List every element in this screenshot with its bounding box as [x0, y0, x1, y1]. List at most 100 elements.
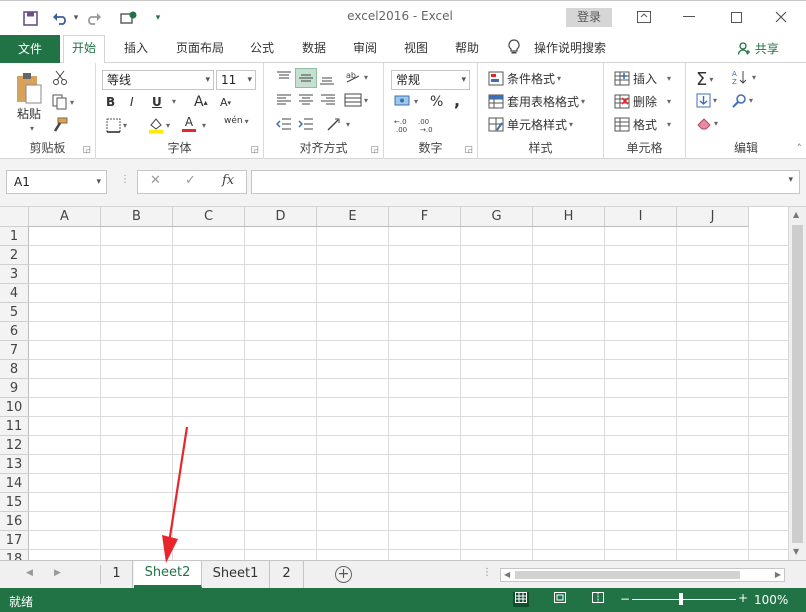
row-header[interactable]: 7: [0, 341, 29, 360]
font-color-button[interactable]: A: [182, 116, 196, 132]
tell-me-search[interactable]: 操作说明搜索: [534, 39, 606, 56]
row-header[interactable]: 17: [0, 531, 29, 550]
share-button[interactable]: 共享: [737, 40, 779, 57]
tab-help[interactable]: 帮助: [455, 39, 479, 56]
underline-dropdown-icon[interactable]: ▾: [172, 97, 176, 106]
underline-button[interactable]: U: [152, 95, 162, 109]
cancel-icon[interactable]: ✕: [150, 173, 161, 188]
scroll-down-icon[interactable]: ▼: [793, 547, 799, 556]
cell-styles-button[interactable]: 单元格样式 ▾: [488, 116, 573, 133]
percent-button[interactable]: %: [430, 94, 443, 110]
delete-cells-button[interactable]: 删除 ▾: [614, 93, 671, 110]
insert-function-icon[interactable]: fx: [222, 173, 234, 188]
clear-icon[interactable]: ▾: [696, 116, 718, 130]
tab-split-grip-icon[interactable]: ⋮: [482, 567, 492, 578]
tab-insert[interactable]: 插入: [124, 39, 148, 56]
column-header[interactable]: A: [29, 207, 101, 227]
collapse-ribbon-icon[interactable]: ˄: [797, 142, 803, 155]
increase-decimal-icon[interactable]: ←.0.00: [394, 117, 414, 133]
borders-icon[interactable]: ▾: [106, 118, 127, 133]
row-header[interactable]: 9: [0, 379, 29, 398]
zoom-level[interactable]: 100%: [754, 593, 788, 607]
column-header[interactable]: B: [101, 207, 173, 227]
format-painter-icon[interactable]: [52, 117, 68, 133]
column-header[interactable]: J: [677, 207, 749, 227]
find-select-icon[interactable]: ▾: [732, 93, 753, 108]
fill-icon[interactable]: ▾: [696, 93, 717, 108]
number-format-select[interactable]: 常规 ▾: [391, 70, 470, 90]
column-header[interactable]: I: [605, 207, 677, 227]
zoom-slider-knob[interactable]: [679, 593, 683, 605]
decrease-decimal-icon[interactable]: .00 →.0: [418, 117, 438, 133]
clipboard-launcher-icon[interactable]: ◲: [82, 145, 91, 155]
ribbon-display-icon[interactable]: [629, 5, 659, 29]
bottom-align-icon[interactable]: [319, 71, 335, 85]
zoom-in-icon[interactable]: +: [738, 591, 748, 605]
number-launcher-icon[interactable]: ◲: [464, 145, 473, 155]
row-header[interactable]: 15: [0, 493, 29, 512]
phonetic-guide-button[interactable]: wén ▾: [224, 116, 249, 126]
scroll-up-icon[interactable]: ▲: [793, 210, 799, 219]
name-box[interactable]: A1 ▾: [6, 170, 107, 194]
add-sheet-icon[interactable]: +: [335, 566, 352, 583]
formula-bar-grip-icon[interactable]: ⋮: [120, 174, 130, 185]
row-header[interactable]: 8: [0, 360, 29, 379]
save-icon[interactable]: [20, 8, 40, 28]
row-header[interactable]: 4: [0, 284, 29, 303]
undo-dropdown-icon[interactable]: ▾: [66, 8, 86, 28]
insert-cells-button[interactable]: 插入 ▾: [614, 70, 671, 87]
touch-mode-icon[interactable]: [119, 8, 139, 28]
orientation-icon[interactable]: ab ▾: [344, 69, 368, 85]
font-launcher-icon[interactable]: ◲: [250, 145, 259, 155]
row-header[interactable]: 12: [0, 436, 29, 455]
row-header[interactable]: 18: [0, 550, 29, 560]
middle-align-icon[interactable]: [295, 68, 317, 88]
copy-icon[interactable]: ▾: [52, 94, 74, 110]
row-header[interactable]: 5: [0, 303, 29, 322]
redo-icon[interactable]: [84, 8, 104, 28]
login-button[interactable]: 登录: [566, 8, 612, 27]
sheet-tab-sheet1[interactable]: Sheet1: [202, 561, 270, 588]
row-header[interactable]: 16: [0, 512, 29, 531]
format-cells-button[interactable]: 格式 ▾: [614, 116, 671, 133]
align-center-icon[interactable]: [298, 94, 314, 106]
scroll-right-icon[interactable]: ▶: [775, 570, 781, 579]
column-header[interactable]: F: [389, 207, 461, 227]
row-header[interactable]: 14: [0, 474, 29, 493]
grow-font-button[interactable]: A ▴: [194, 94, 208, 110]
decrease-indent-icon[interactable]: [276, 117, 292, 131]
cut-icon[interactable]: [52, 70, 68, 86]
conditional-formatting-button[interactable]: 条件格式 ▾: [488, 70, 561, 87]
font-size-select[interactable]: 11 ▾: [216, 70, 256, 90]
formula-input[interactable]: ▾: [251, 170, 800, 194]
row-header[interactable]: 11: [0, 417, 29, 436]
top-align-icon[interactable]: [276, 71, 292, 85]
alignment-launcher-icon[interactable]: ◲: [370, 145, 379, 155]
customize-qat-icon[interactable]: ▾: [148, 8, 168, 28]
column-header[interactable]: E: [317, 207, 389, 227]
font-name-select[interactable]: 等线 ▾: [102, 70, 214, 90]
column-header[interactable]: H: [533, 207, 605, 227]
row-header[interactable]: 2: [0, 246, 29, 265]
column-header[interactable]: C: [173, 207, 245, 227]
paste-dropdown-icon[interactable]: ▾: [30, 124, 34, 133]
select-all-corner[interactable]: [0, 207, 29, 227]
tab-formulas[interactable]: 公式: [250, 39, 274, 56]
sheet-next-icon[interactable]: ▶: [54, 568, 61, 578]
tab-data[interactable]: 数据: [302, 39, 326, 56]
enter-icon[interactable]: ✓: [185, 173, 196, 188]
zoom-slider[interactable]: [632, 599, 736, 600]
shrink-font-button[interactable]: A ▾: [220, 96, 231, 109]
horizontal-scroll-thumb[interactable]: [515, 571, 740, 579]
row-header[interactable]: 3: [0, 265, 29, 284]
comma-style-button[interactable]: ,: [454, 91, 460, 110]
wrap-text-icon[interactable]: ▾: [344, 93, 368, 107]
sheet-tab-1[interactable]: 1: [101, 561, 133, 588]
currency-icon[interactable]: ▾: [394, 94, 418, 108]
row-header[interactable]: 13: [0, 455, 29, 474]
sheet-prev-icon[interactable]: ◀: [26, 568, 33, 578]
tab-view[interactable]: 视图: [404, 39, 428, 56]
minimize-icon[interactable]: [674, 5, 704, 29]
sheet-tab-sheet2[interactable]: Sheet2: [134, 561, 202, 588]
row-header[interactable]: 1: [0, 227, 29, 246]
